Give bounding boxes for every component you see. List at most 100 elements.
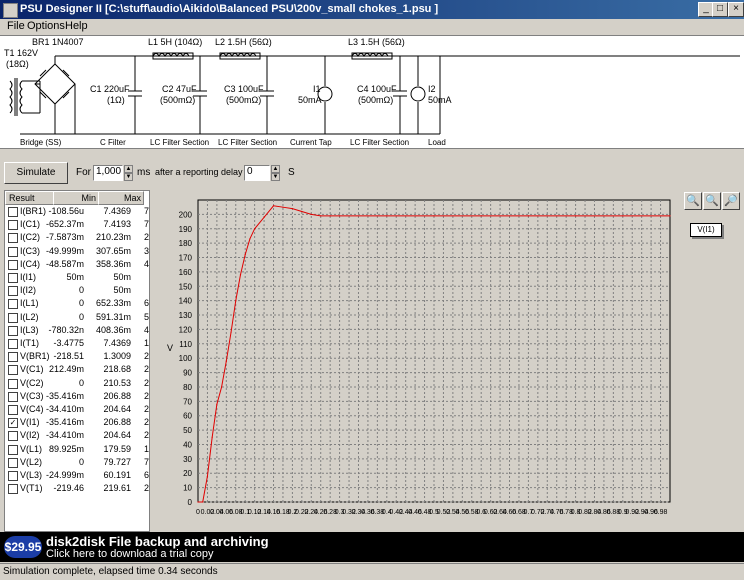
data-point	[433, 215, 435, 217]
y-tick-label: 160	[179, 268, 193, 277]
row-checkbox[interactable]	[8, 457, 18, 468]
row-max: 7.4369	[103, 206, 131, 216]
zoom-out-icon[interactable]: 🔍	[703, 192, 721, 210]
graph-panel[interactable]: 0 10 20 30 40 50 60 70 80 90 100 110 120 130 140 150 160…	[150, 190, 686, 530]
row-min: 0	[78, 285, 84, 296]
row-checkbox[interactable]	[8, 339, 18, 349]
window-title: PSU Designer II [C:\stuff\audio\Aikido\B…	[20, 3, 439, 15]
close-button[interactable]: ×	[728, 2, 744, 17]
row-checkbox[interactable]	[8, 259, 18, 270]
row-checkbox[interactable]	[8, 352, 18, 363]
table-row[interactable]: I(BR1) -108.56u 7.4369 7	[5, 205, 149, 218]
row-checkbox[interactable]	[8, 246, 18, 257]
duration-down-icon[interactable]: ▼	[124, 173, 133, 181]
table-row[interactable]: V(L2) 0 79.727 7	[5, 456, 149, 469]
maximize-button[interactable]: □	[712, 2, 728, 17]
table-row[interactable]: ✓ V(I1) -35.416m 206.88 2	[5, 416, 150, 429]
table-row[interactable]: V(C3) -35.416m 206.88 2	[5, 390, 149, 403]
table-row[interactable]: I(L3)-780.32n408.36m408	[5, 324, 149, 337]
row-max: 79.727	[103, 456, 131, 467]
zoom-in-icon[interactable]: 🔍	[684, 192, 702, 210]
i2-label: I2	[428, 84, 436, 94]
header-result[interactable]: Result	[5, 191, 54, 205]
row-checkbox[interactable]	[8, 405, 18, 415]
row-name: V(L1)	[20, 443, 43, 454]
duration-input[interactable]: 1,000	[93, 165, 123, 181]
row-checkbox[interactable]	[8, 299, 18, 310]
y-tick-label: 90	[183, 369, 192, 378]
table-row[interactable]: I(I2) 0 50m	[5, 284, 149, 297]
menu-file[interactable]: File	[7, 20, 25, 32]
row-checkbox[interactable]: ✓	[8, 418, 18, 429]
table-row[interactable]: I(L1)0652.33m652	[5, 297, 149, 310]
row-checkbox[interactable]	[8, 391, 18, 402]
row-checkbox[interactable]	[8, 273, 18, 283]
table-row[interactable]: V(I2) -34.410m 204.64 2	[5, 429, 149, 442]
data-point	[339, 215, 341, 217]
l2-label: L2 1.5H (56Ω)	[215, 37, 272, 47]
row-min: -34.410m	[45, 430, 84, 441]
row-checkbox[interactable]	[8, 431, 18, 442]
row-checkbox[interactable]	[8, 220, 18, 231]
title-bar[interactable]: PSU Designer II [C:\stuff\audio\Aikido\B…	[0, 0, 744, 19]
simulate-button[interactable]: Simulate	[4, 162, 68, 184]
section-c-filter: C Filter	[100, 138, 126, 147]
row-max: 218.68	[103, 364, 131, 375]
table-row[interactable]: I(C3)-49.999m307.65m357	[5, 245, 149, 258]
menu-bar: File Options Help	[0, 19, 744, 35]
row-max: 179.59	[103, 443, 131, 454]
row-checkbox[interactable]	[8, 484, 18, 495]
delay-up-icon[interactable]: ▲	[271, 165, 280, 173]
delay-input[interactable]: 0	[244, 165, 270, 181]
table-row[interactable]: I(T1) -3.4775 7.4369 1	[5, 337, 149, 350]
row-min: -780.32n	[48, 324, 84, 335]
table-row[interactable]: I(C1) -652.37m 7.4193 7	[5, 218, 149, 231]
ad-download-link[interactable]: Click here to download a trial copy	[46, 548, 214, 560]
header-min[interactable]: Min	[53, 191, 99, 205]
row-checkbox[interactable]	[8, 312, 18, 323]
table-row[interactable]: V(L3) -24.999m 60.191 6	[5, 469, 149, 482]
row-checkbox[interactable]	[8, 286, 18, 297]
status-bar: Simulation complete, elapsed time 0.34 s…	[0, 563, 744, 579]
data-point	[221, 386, 223, 388]
data-point	[235, 300, 237, 302]
table-row[interactable]: V(BR1) -218.51 1.3009 2	[5, 350, 149, 363]
menu-help[interactable]: Help	[65, 20, 88, 32]
table-row[interactable]: V(C4) -34.410m 204.64 2	[5, 403, 149, 416]
table-row[interactable]: V(C1) 212.49m 218.68 2	[5, 363, 149, 376]
row-checkbox[interactable]	[8, 207, 18, 217]
y-tick-label: 150	[179, 282, 193, 291]
results-table[interactable]: Result Min Max I(BR1) -108.56u 7.4369 7 I(C1…	[4, 190, 150, 532]
table-row[interactable]: V(T1) -219.46 219.61 2	[5, 482, 149, 495]
row-checkbox[interactable]	[8, 471, 18, 481]
row-checkbox[interactable]	[8, 365, 18, 376]
row-checkbox[interactable]	[8, 325, 18, 336]
row-name: V(L3)	[20, 470, 43, 480]
header-max[interactable]: Max	[98, 191, 144, 205]
c4-label: C4 100uF	[357, 84, 397, 94]
row-extra: 2	[144, 417, 150, 428]
row-checkbox[interactable]	[8, 444, 18, 455]
zoom-reset-icon[interactable]: 🔎	[722, 192, 740, 210]
section-current-tap: Current Tap	[290, 138, 332, 147]
row-max: 219.61	[103, 483, 131, 494]
table-row[interactable]: V(C2) 0 210.53 2	[5, 377, 149, 390]
schematic-panel[interactable]: T1 162V (18Ω) BR1 1N4007 L1 5H (104Ω) L2…	[0, 35, 744, 149]
y-tick-label: 50	[183, 426, 192, 435]
data-point	[202, 501, 204, 503]
y-tick-label: 100	[179, 354, 193, 363]
duration-up-icon[interactable]: ▲	[124, 165, 133, 173]
row-checkbox[interactable]	[8, 378, 18, 389]
c1-label: C1 220uF	[90, 84, 130, 94]
delay-down-icon[interactable]: ▼	[271, 173, 280, 181]
table-row[interactable]: I(C2)-7.5873m210.23m217	[5, 231, 149, 244]
data-point	[329, 215, 331, 217]
table-row[interactable]: I(C4)-48.587m358.36m406	[5, 258, 149, 271]
table-row[interactable]: I(L2)0591.31m591	[5, 311, 149, 324]
row-checkbox[interactable]	[8, 233, 18, 244]
data-point	[310, 213, 312, 215]
table-row[interactable]: V(L1) 89.925m 179.59 1	[5, 443, 149, 456]
ad-banner[interactable]: $29.95 disk2disk File backup and archivi…	[0, 532, 744, 562]
menu-options[interactable]: Options	[27, 20, 65, 32]
table-row[interactable]: I(I1) 50m 50m	[5, 271, 149, 284]
